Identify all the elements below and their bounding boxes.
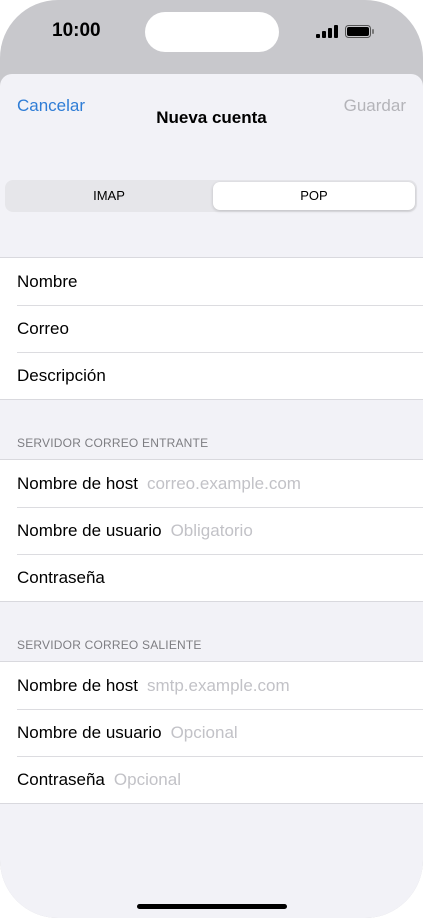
account-type-segmented-control: IMAP POP [5,180,417,212]
incoming-host-placeholder: correo.example.com [146,474,301,493]
incoming-username-placeholder: Obligatorio [170,521,253,540]
outgoing-password-placeholder: Opcional [113,770,181,789]
outgoing-host-placeholder: smtp.example.com [146,676,290,695]
email-field[interactable]: Correo [0,305,423,352]
new-account-sheet: Cancelar Nueva cuenta Guardar IMAP POP N… [0,74,423,918]
status-bar: 10:00 [0,0,423,70]
incoming-host-field[interactable]: Nombre de host correo.example.com [0,460,423,507]
home-indicator [137,904,287,909]
outgoing-username-placeholder: Opcional [170,723,238,742]
nav-bar: Cancelar Nueva cuenta Guardar [0,74,423,174]
incoming-password-label: Contraseña [17,568,105,587]
incoming-username-label: Nombre de usuario [17,521,162,540]
outgoing-server-group: Nombre de host smtp.example.com Nombre de… [0,661,423,804]
outgoing-username-label: Nombre de usuario [17,723,162,742]
name-label: Nombre [17,272,78,291]
outgoing-username-field[interactable]: Nombre de usuario Opcional [0,709,423,756]
account-info-group: Nombre Correo Descripción [0,257,423,400]
incoming-host-label: Nombre de host [17,474,138,493]
incoming-password-field[interactable]: Contraseña [0,554,423,601]
description-field[interactable]: Descripción [0,352,423,399]
name-field[interactable]: Nombre [0,258,423,305]
outgoing-host-field[interactable]: Nombre de host smtp.example.com [0,662,423,709]
battery-icon [345,25,374,38]
segment-pop[interactable]: POP [213,182,415,210]
incoming-server-group: Nombre de host correo.example.com Nombre … [0,459,423,602]
outgoing-password-label: Contraseña [17,770,105,789]
incoming-username-field[interactable]: Nombre de usuario Obligatorio [0,507,423,554]
email-label: Correo [17,319,69,338]
save-button[interactable]: Guardar [344,96,406,116]
signal-icon [316,25,338,38]
phone-screen: 10:00 Cancelar Nueva cuenta Guardar IMAP… [0,0,423,918]
outgoing-host-label: Nombre de host [17,676,138,695]
outgoing-server-header: SERVIDOR CORREO SALIENTE [17,638,202,652]
description-label: Descripción [17,366,106,385]
incoming-server-header: SERVIDOR CORREO ENTRANTE [17,436,209,450]
outgoing-password-field[interactable]: Contraseña Opcional [0,756,423,803]
dynamic-island [145,12,279,52]
status-time: 10:00 [52,20,101,41]
segment-imap[interactable]: IMAP [7,182,211,210]
